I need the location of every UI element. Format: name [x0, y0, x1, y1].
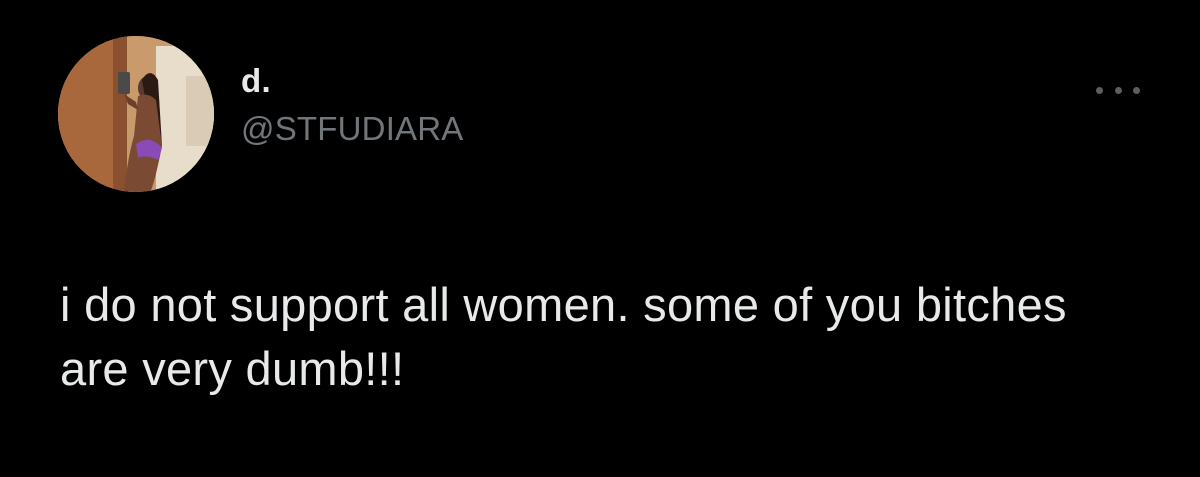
more-options-icon[interactable]: [1096, 80, 1140, 100]
tweet-card[interactable]: d. @STFUDIARA i do not support all women…: [0, 0, 1200, 477]
display-name[interactable]: d.: [241, 61, 464, 101]
author-info: d. @STFUDIARA: [241, 61, 464, 148]
more-dot: [1096, 86, 1103, 94]
tweet-header: d. @STFUDIARA: [58, 36, 464, 192]
more-dot: [1133, 86, 1140, 94]
user-handle[interactable]: @STFUDIARA: [241, 109, 464, 149]
avatar-photo: [58, 36, 214, 192]
tweet-text: i do not support all women. some of you …: [60, 278, 1067, 395]
more-dot: [1114, 86, 1122, 94]
avatar[interactable]: [58, 36, 214, 192]
